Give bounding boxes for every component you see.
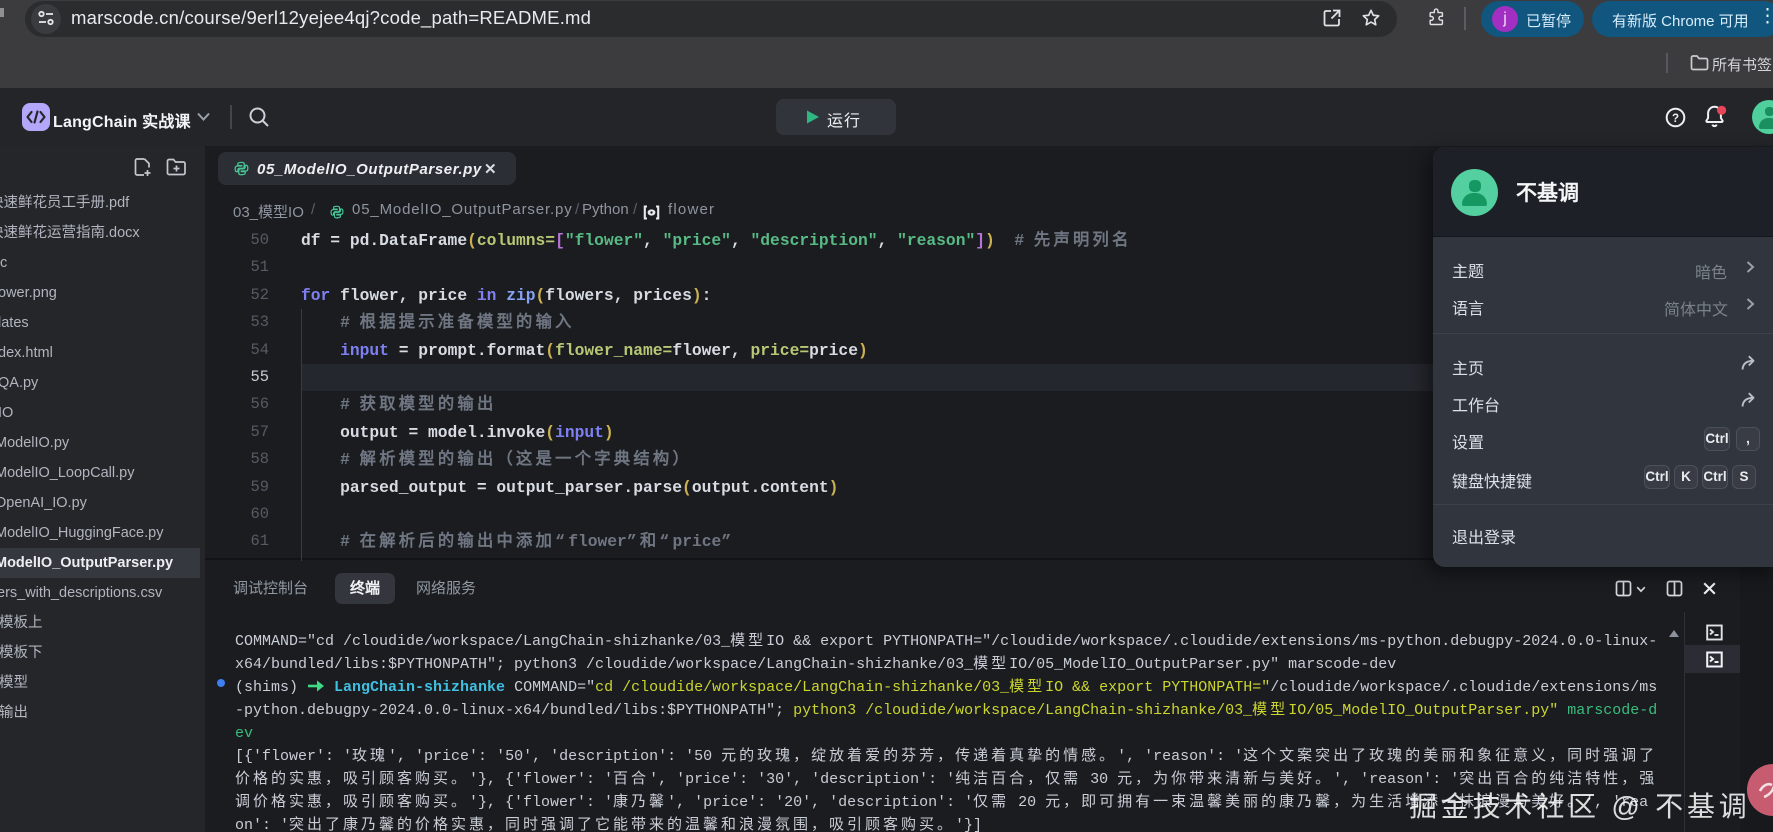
svg-text:?: ? [1672, 113, 1679, 125]
